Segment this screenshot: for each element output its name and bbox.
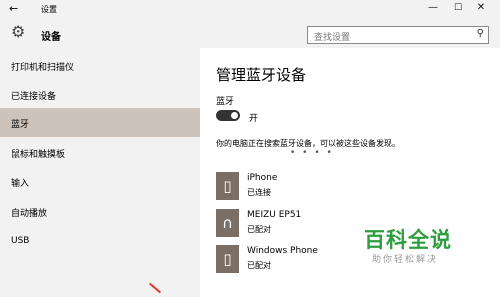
sidebar-item-connected-devices[interactable]: 已连接设备 (0, 80, 200, 109)
phone-icon: ▯ (216, 172, 239, 200)
sidebar-item-label: 鼠标和触摸板 (11, 150, 66, 160)
sidebar-item-label: 自动播放 (11, 209, 48, 219)
watermark-logo: 百科全说 助你轻松解决 (364, 224, 474, 272)
device-status: 已配对 (247, 261, 271, 270)
device-status: 已配对 (247, 225, 271, 234)
watermark-title: 百科全说 (364, 228, 452, 252)
device-status: 已连接 (247, 188, 271, 197)
bluetooth-label: 蓝牙 (216, 97, 235, 107)
search-input[interactable]: 查找设置 ⚲ (307, 26, 489, 44)
sidebar-item-usb[interactable]: USB (0, 227, 200, 256)
toggle-state-label: 开 (249, 114, 259, 124)
sidebar-item-typing[interactable]: 输入 (0, 167, 200, 196)
watermark-subtitle: 助你轻松解决 (372, 255, 439, 265)
sidebar-item-label: 输入 (11, 179, 30, 189)
sidebar-item-bluetooth[interactable]: 蓝牙 (0, 108, 200, 137)
sidebar-item-autoplay[interactable]: 自动播放 (0, 197, 200, 226)
device-name: MEIZU EP51 (247, 210, 302, 220)
maximize-button[interactable]: ☐ (451, 3, 465, 13)
title-bar: ← 设置 — ☐ ✕ (0, 0, 500, 20)
bluetooth-toggle[interactable] (216, 110, 240, 121)
search-icon[interactable]: ⚲ (477, 28, 484, 39)
back-arrow-icon[interactable]: ← (9, 2, 18, 15)
sidebar-item-printers[interactable]: 打印机和扫描仪 (0, 51, 200, 80)
phone-icon: ▯ (216, 245, 239, 273)
searching-progress-dots: • • • • (290, 148, 334, 158)
toggle-knob (231, 112, 238, 119)
sidebar-item-label: 打印机和扫描仪 (11, 63, 75, 73)
header: ⚙ 设备 查找设置 ⚲ (0, 20, 500, 48)
page-title: 管理蓝牙设备 (216, 66, 307, 84)
sidebar-item-label: 蓝牙 (11, 120, 30, 130)
device-name: Windows Phone (247, 246, 318, 256)
gear-icon: ⚙ (11, 22, 26, 41)
page-heading: 设备 (41, 32, 61, 43)
search-placeholder: 查找设置 (314, 33, 351, 43)
headset-icon: ∩ (216, 209, 239, 237)
sidebar-item-label: USB (11, 236, 30, 246)
device-item-iphone[interactable]: ▯ iPhone 已连接 (216, 171, 496, 201)
close-button[interactable]: ✕ (474, 2, 488, 13)
sidebar-item-label: 已连接设备 (11, 92, 57, 102)
window-title: 设置 (41, 5, 57, 14)
minimize-button[interactable]: — (426, 2, 440, 13)
sidebar: 打印机和扫描仪 已连接设备 蓝牙 鼠标和触摸板 输入 自动播放 USB (0, 48, 200, 297)
device-name: iPhone (247, 173, 278, 183)
sidebar-item-mouse-touchpad[interactable]: 鼠标和触摸板 (0, 138, 200, 167)
